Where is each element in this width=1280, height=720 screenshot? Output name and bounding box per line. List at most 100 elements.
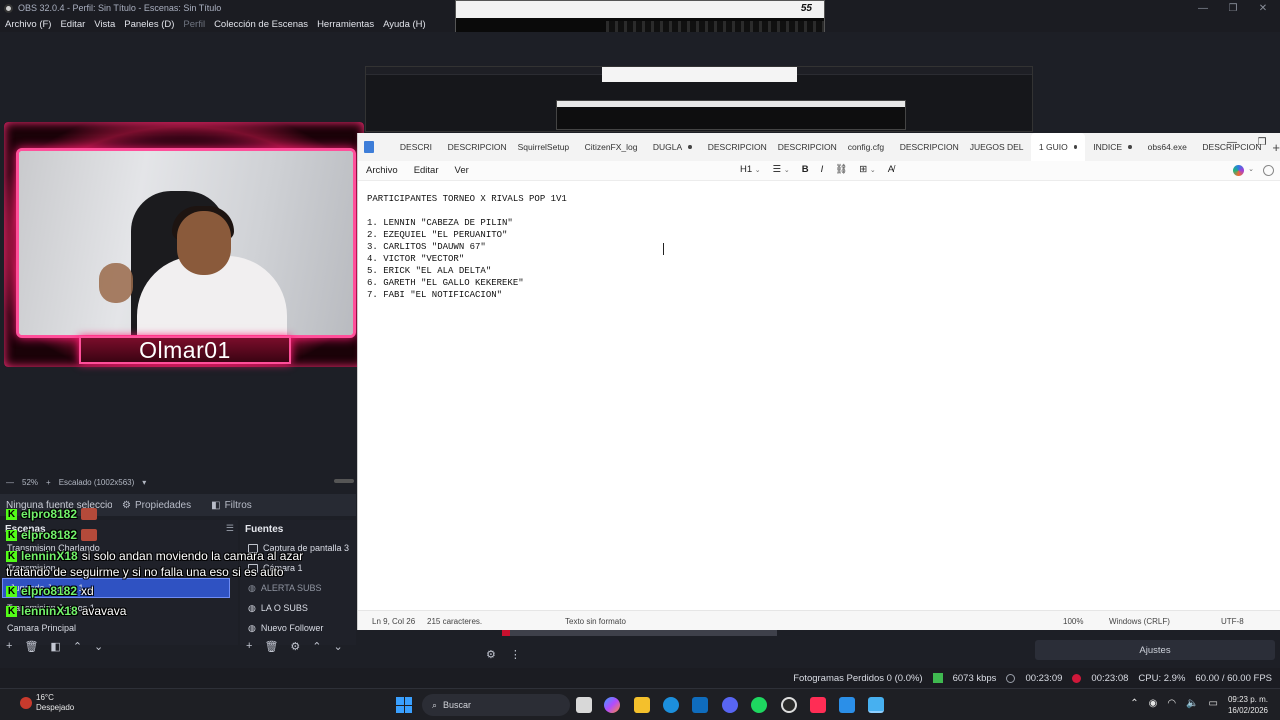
- move-down-icon[interactable]: ⌄: [94, 640, 103, 653]
- tray-app-icon[interactable]: ◉: [1149, 698, 1158, 709]
- notepad-menu-editar[interactable]: Editar: [414, 165, 439, 176]
- taskbar-clock[interactable]: 09:23 p. m. 16/02/2026: [1228, 694, 1268, 716]
- copilot-app-icon[interactable]: [604, 697, 620, 713]
- source-up-icon[interactable]: ⌃: [312, 640, 321, 653]
- more-options-icon[interactable]: ⋮: [510, 648, 521, 661]
- search-icon: ⌕: [432, 699, 438, 710]
- minimize-icon[interactable]: —: [1188, 0, 1218, 16]
- notepad-tab[interactable]: DESCRIPCION: [892, 133, 962, 161]
- notepad-tab[interactable]: DESCRIPCION: [700, 133, 770, 161]
- notepad-minimize-icon[interactable]: —: [1218, 133, 1246, 151]
- italic-icon[interactable]: I: [821, 164, 824, 175]
- source-item[interactable]: ◍ Nuevo Follower: [240, 618, 356, 638]
- volume-icon[interactable]: 🔈: [1186, 698, 1198, 709]
- notepad-menu-ver[interactable]: Ver: [455, 165, 469, 176]
- text-line: 4. VICTOR "VECTOR": [367, 254, 465, 264]
- capcut-icon[interactable]: [839, 697, 855, 713]
- menu-vista[interactable]: Vista: [94, 19, 115, 30]
- menu-coleccion-escenas[interactable]: Colección de Escenas: [214, 19, 308, 30]
- menu-ayuda[interactable]: Ayuda (H): [383, 19, 426, 30]
- zoom-level: 52%: [22, 477, 39, 487]
- menu-herramientas[interactable]: Herramientas: [317, 19, 374, 30]
- edge-icon[interactable]: [663, 697, 679, 713]
- scale-dropdown-icon[interactable]: ▾: [142, 478, 146, 487]
- line-ending[interactable]: Windows (CRLF): [1109, 617, 1170, 626]
- tray-chevron-icon[interactable]: ⌃: [1130, 698, 1138, 709]
- notepad-menu-archivo[interactable]: Archivo: [366, 165, 398, 176]
- maximize-icon[interactable]: ❐: [1218, 0, 1248, 16]
- notepad-editor[interactable]: PARTICIPANTES TORNEO X RIVALS POP 1V1 1. …: [358, 191, 1280, 611]
- properties-button[interactable]: ⚙ Propiedades: [112, 494, 201, 516]
- audio-meter[interactable]: [502, 630, 777, 636]
- copilot-chevron-icon[interactable]: ⌄: [1248, 165, 1254, 173]
- copilot-icon[interactable]: [1233, 165, 1244, 176]
- notepad-tab[interactable]: DESCRIPCION: [440, 133, 510, 161]
- table-icon[interactable]: ⊞ ⌄: [859, 164, 875, 175]
- heading-select[interactable]: H1 ⌄: [740, 164, 761, 175]
- text-line: PARTICIPANTES TORNEO X RIVALS POP 1V1: [367, 194, 567, 204]
- task-view-icon[interactable]: [576, 697, 592, 713]
- add-scene-icon[interactable]: +: [6, 640, 12, 652]
- notepad-maximize-icon[interactable]: ❐: [1248, 133, 1276, 151]
- kick-icon: K: [6, 529, 17, 541]
- record-indicator-icon: [1072, 673, 1082, 683]
- remove-source-icon[interactable]: 🗑: [264, 640, 278, 653]
- notepad-tab[interactable]: DUGLA: [645, 133, 700, 161]
- kick-icon: K: [6, 605, 17, 617]
- close-icon[interactable]: ✕: [1248, 0, 1278, 16]
- dropped-frames: Fotogramas Perdidos 0 (0.0%): [793, 672, 923, 684]
- taskbar-search[interactable]: ⌕ Buscar: [422, 694, 570, 716]
- battery-icon[interactable]: ▭: [1209, 698, 1218, 709]
- notepad-tab[interactable]: CitizenFX_log: [577, 133, 645, 161]
- spotify-icon[interactable]: [751, 697, 767, 713]
- notepad-tab-active[interactable]: 1 GUIO: [1030, 133, 1086, 161]
- notepad-zoom[interactable]: 100%: [1063, 617, 1083, 626]
- clear-format-icon[interactable]: A̸: [888, 164, 894, 175]
- weather-widget[interactable]: 16°C Despejado: [20, 693, 74, 713]
- tiktok-icon[interactable]: [810, 697, 826, 713]
- encoding[interactable]: UTF-8: [1221, 617, 1244, 626]
- menu-paneles[interactable]: Paneles (D): [124, 19, 174, 30]
- mixer-settings-icon[interactable]: ⚙: [486, 648, 496, 661]
- obs-status-bar: Fotogramas Perdidos 0 (0.0%) 6073 kbps 0…: [0, 668, 1280, 688]
- discord-icon[interactable]: [722, 697, 738, 713]
- notepad-tab[interactable]: config.cfg: [840, 133, 892, 161]
- menu-archivo[interactable]: Archivo (F): [5, 19, 51, 30]
- zoom-out-icon[interactable]: —: [6, 478, 14, 487]
- notepad-tab[interactable]: INDICE: [1085, 133, 1139, 161]
- notepad-tab[interactable]: DESCRIPCION: [770, 133, 840, 161]
- text-format[interactable]: Texto sin formato: [565, 617, 626, 626]
- settings-button[interactable]: Ajustes: [1035, 640, 1275, 660]
- bold-icon[interactable]: B: [802, 164, 809, 175]
- source-down-icon[interactable]: ⌄: [334, 640, 343, 653]
- scene-filters-icon[interactable]: ◧: [50, 640, 60, 653]
- link-icon[interactable]: ⛓: [835, 164, 847, 175]
- add-source-icon[interactable]: +: [246, 640, 252, 652]
- preview-scrollbar[interactable]: [334, 479, 354, 483]
- scale-label[interactable]: Escalado (1002x563): [59, 478, 135, 487]
- notepad-tab[interactable]: obs64.exe: [1140, 133, 1195, 161]
- source-item[interactable]: ◍ LA O SUBS: [240, 598, 356, 618]
- menu-perfil[interactable]: Perfil: [183, 19, 205, 30]
- store-icon[interactable]: [692, 697, 708, 713]
- move-up-icon[interactable]: ⌃: [73, 640, 82, 653]
- notepad-tab[interactable]: DESCRI: [392, 133, 440, 161]
- source-settings-icon[interactable]: ⚙: [290, 640, 300, 653]
- notepad-taskbar-icon[interactable]: [868, 697, 884, 713]
- notepad-tab[interactable]: SquirrelSetup: [510, 133, 577, 161]
- text-line: 5. ERICK "EL ALA DELTA": [367, 266, 492, 276]
- list-icon[interactable]: ☰ ⌄: [773, 164, 790, 175]
- settings-profile-icon[interactable]: [1263, 165, 1274, 176]
- source-item[interactable]: ◍ ALERTA SUBS: [240, 578, 356, 598]
- scene-item[interactable]: Camara Principal: [0, 618, 238, 638]
- start-button[interactable]: [396, 697, 412, 713]
- menu-editar[interactable]: Editar: [60, 19, 85, 30]
- dock-menu-icon[interactable]: ☰: [226, 523, 234, 534]
- file-explorer-icon[interactable]: [634, 697, 650, 713]
- filters-button[interactable]: ◧ Filtros: [201, 494, 262, 516]
- notepad-tab[interactable]: JUEGOS DEL: [962, 133, 1031, 161]
- obs-taskbar-icon[interactable]: [781, 697, 797, 713]
- remove-scene-icon[interactable]: 🗑: [24, 640, 38, 653]
- zoom-in-icon[interactable]: +: [46, 478, 51, 487]
- wifi-icon[interactable]: ◠: [1167, 698, 1176, 709]
